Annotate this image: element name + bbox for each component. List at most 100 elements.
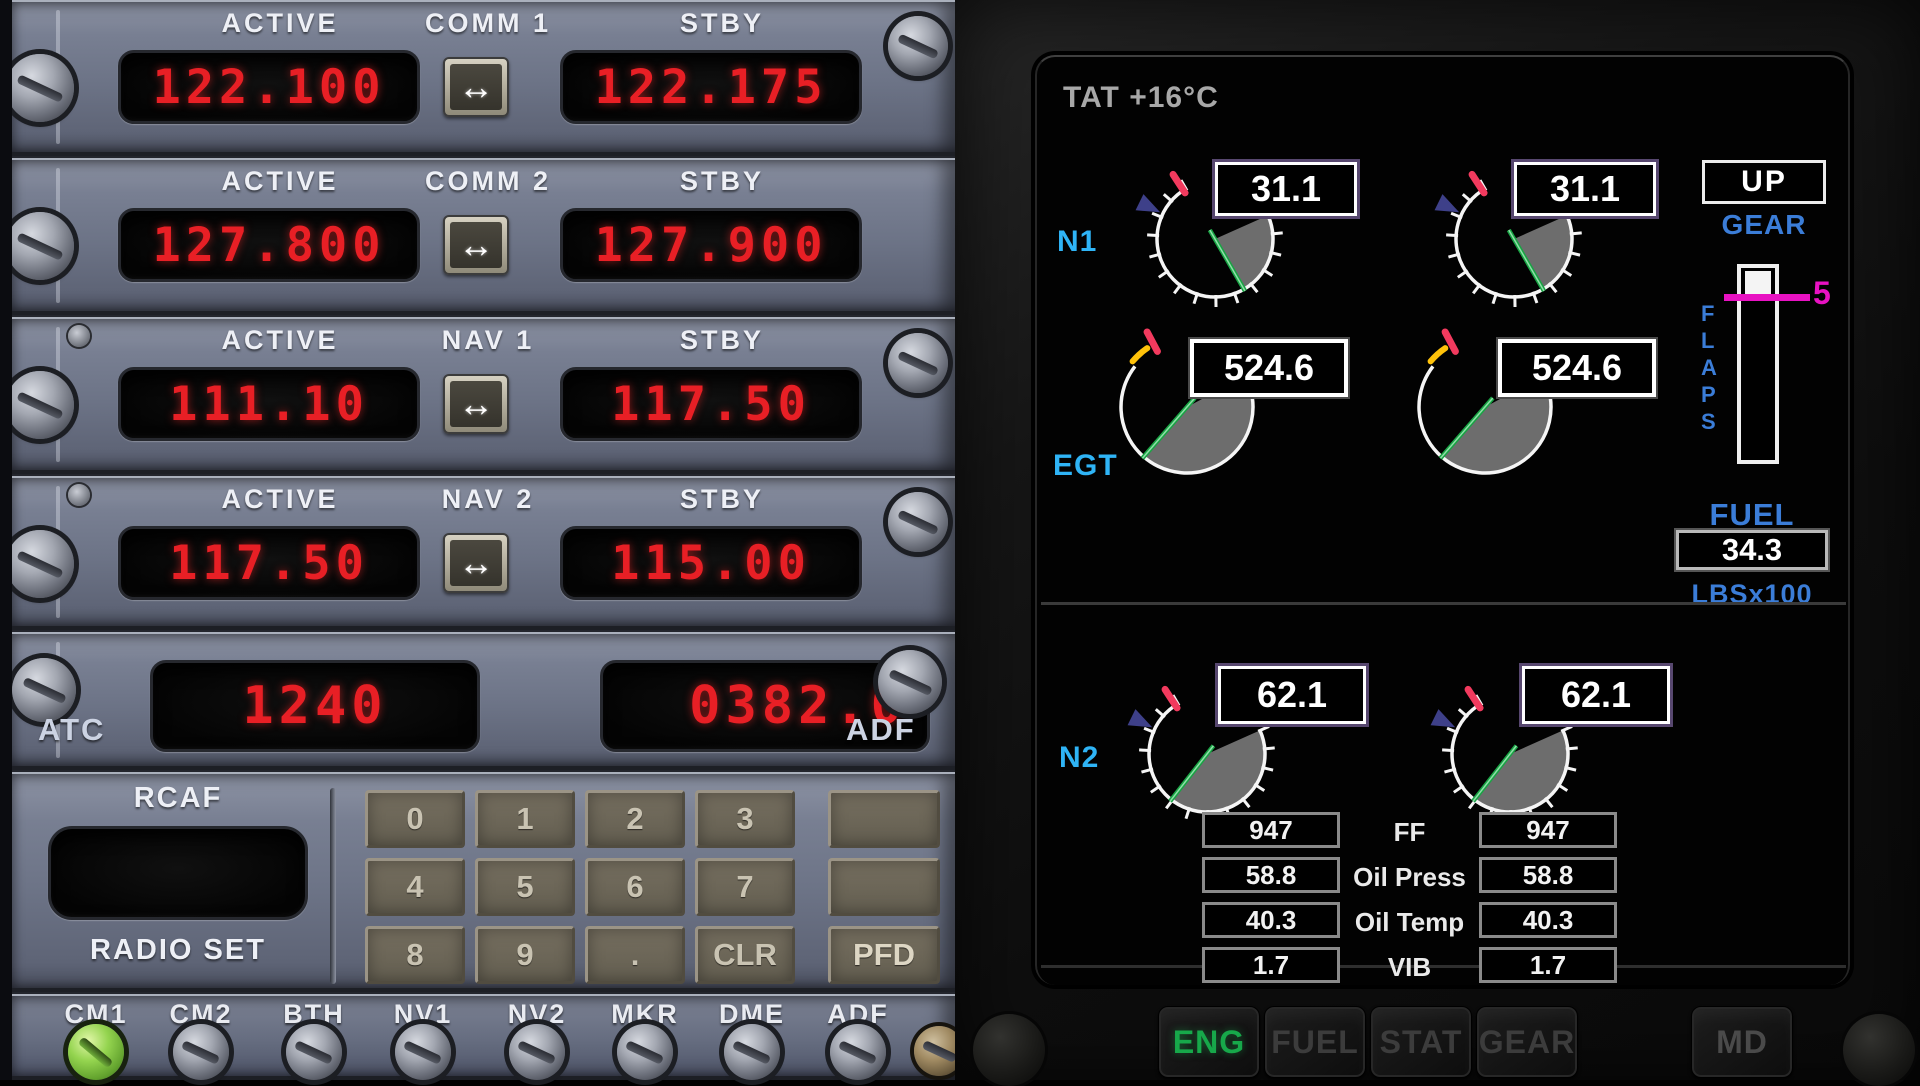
n1-right-readout: 31.1 — [1514, 162, 1656, 216]
key-blank-1[interactable] — [828, 790, 940, 848]
key-6-label: 6 — [626, 869, 643, 905]
selector-knob-nv1[interactable] — [395, 1024, 451, 1080]
bezel-knob-right[interactable] — [1843, 1014, 1915, 1086]
selector-knob-bth[interactable] — [286, 1024, 342, 1080]
swap-arrows-icon: ↔ — [450, 222, 502, 268]
comm2-swap-button[interactable]: ↔ — [443, 215, 509, 275]
oil-temp-left-box: 40.3 — [1202, 902, 1340, 938]
key-decimal-label: . — [631, 937, 640, 973]
eicas-button-md[interactable]: MD — [1691, 1006, 1793, 1078]
n2-left-readout: 62.1 — [1218, 666, 1366, 724]
fuel-button-label: FUEL — [1271, 1024, 1359, 1061]
nav1-active-display: 111.10 — [118, 367, 420, 441]
nav2-right-tuning-knob[interactable] — [888, 492, 948, 552]
flaps-marker-value: 5 — [1813, 275, 1831, 312]
comm1-right-tuning-knob[interactable] — [888, 16, 948, 76]
comm2-left-tuning-knob[interactable] — [6, 212, 74, 280]
key-2[interactable]: 2 — [585, 790, 685, 848]
key-decimal[interactable]: . — [585, 926, 685, 984]
key-5[interactable]: 5 — [475, 858, 575, 916]
flaps-marker-line — [1724, 294, 1810, 301]
stat-button-label: STAT — [1380, 1024, 1463, 1061]
gear-position-box: UP — [1702, 160, 1826, 204]
nav1-standby-frequency: 117.50 — [611, 377, 811, 432]
key-3-label: 3 — [736, 801, 753, 837]
comm1-standby-display: 122.175 — [560, 50, 862, 124]
comm1-active-frequency: 122.100 — [152, 60, 385, 115]
comm1-active-display: 122.100 — [118, 50, 420, 124]
key-1[interactable]: 1 — [475, 790, 575, 848]
egt-right-readout: 524.6 — [1498, 339, 1656, 397]
key-0[interactable]: 0 — [365, 790, 465, 848]
transponder-code: 1240 — [242, 676, 387, 736]
panel-groove — [330, 788, 336, 984]
station-ident-label: RCAF — [78, 782, 278, 815]
vib-left-value: 1.7 — [1253, 950, 1289, 981]
nav2-left-tuning-knob[interactable] — [6, 530, 74, 598]
oil-press-right-value: 58.8 — [1523, 860, 1574, 891]
tat-readout: TAT +16°C — [1063, 81, 1219, 115]
key-4[interactable]: 4 — [365, 858, 465, 916]
nav1-right-tuning-knob[interactable] — [888, 333, 948, 393]
key-1-label: 1 — [516, 801, 533, 837]
vib-label: VIB — [1342, 952, 1477, 983]
n2-right-value: 62.1 — [1561, 674, 1631, 716]
oil-temp-left-value: 40.3 — [1246, 905, 1297, 936]
key-3[interactable]: 3 — [695, 790, 795, 848]
egt-label: EGT — [1053, 449, 1118, 483]
selector-knob-mkr[interactable] — [617, 1024, 673, 1080]
eicas-button-eng[interactable]: ENG — [1158, 1006, 1260, 1078]
fuel-units-label: LBSx100 — [1676, 579, 1828, 610]
ff-right-value: 947 — [1526, 815, 1569, 846]
comm2-standby-display: 127.900 — [560, 208, 862, 282]
selector-knob-cm1[interactable] — [68, 1024, 124, 1080]
nav2-standby-frequency: 115.00 — [611, 536, 811, 591]
key-pfd[interactable]: PFD — [828, 926, 940, 984]
nav1-standby-display: 117.50 — [560, 367, 862, 441]
n1-label: N1 — [1057, 225, 1097, 259]
eicas-button-fuel[interactable]: FUEL — [1264, 1006, 1366, 1078]
nav2-label: NAV 2 — [378, 484, 598, 515]
vib-right-box: 1.7 — [1479, 947, 1617, 983]
n1-left-readout: 31.1 — [1215, 162, 1357, 216]
nav1-left-tuning-knob[interactable] — [6, 371, 74, 439]
nav2-standby-display: 115.00 — [560, 526, 862, 600]
nav1-active-header: ACTIVE — [170, 325, 390, 356]
eicas-button-gear[interactable]: GEAR — [1476, 1006, 1578, 1078]
selector-knob-nv2[interactable] — [509, 1024, 565, 1080]
key-6[interactable]: 6 — [585, 858, 685, 916]
oil-temp-right-value: 40.3 — [1523, 905, 1574, 936]
adf-knob[interactable] — [878, 650, 942, 714]
key-5-label: 5 — [516, 869, 533, 905]
comm2-standby-frequency: 127.900 — [594, 218, 827, 273]
eicas-button-stat[interactable]: STAT — [1370, 1006, 1472, 1078]
bezel-knob-left[interactable] — [973, 1014, 1045, 1086]
key-pfd-label: PFD — [853, 937, 915, 973]
comm2-active-header: ACTIVE — [170, 166, 390, 197]
nav2-active-header: ACTIVE — [170, 484, 390, 515]
screw-icon — [68, 484, 90, 506]
comm1-left-tuning-knob[interactable] — [6, 54, 74, 122]
comm1-standby-frequency: 122.175 — [594, 60, 827, 115]
nav2-stby-header: STBY — [612, 484, 832, 515]
nav1-swap-button[interactable]: ↔ — [443, 374, 509, 434]
key-clear[interactable]: CLR — [695, 926, 795, 984]
panel-edge — [0, 0, 12, 1080]
selector-knob-dme[interactable] — [724, 1024, 780, 1080]
key-9[interactable]: 9 — [475, 926, 575, 984]
key-8[interactable]: 8 — [365, 926, 465, 984]
selector-knob-cm2[interactable] — [173, 1024, 229, 1080]
key-7[interactable]: 7 — [695, 858, 795, 916]
comm2-active-display: 127.800 — [118, 208, 420, 282]
comm2-stby-header: STBY — [612, 166, 832, 197]
md-button-label: MD — [1716, 1024, 1768, 1061]
nav2-swap-button[interactable]: ↔ — [443, 533, 509, 593]
transponder-display: 1240 — [150, 660, 480, 752]
key-blank-2[interactable] — [828, 858, 940, 916]
eicas-bezel: TAT +16°C N1 EGT N2 31.1 31.1 524.6 524.… — [955, 0, 1920, 1080]
oil-press-label: Oil Press — [1342, 862, 1477, 893]
key-9-label: 9 — [516, 937, 533, 973]
comm1-swap-button[interactable]: ↔ — [443, 57, 509, 117]
egt-left-readout: 524.6 — [1190, 339, 1348, 397]
selector-knob-adf[interactable] — [830, 1024, 886, 1080]
